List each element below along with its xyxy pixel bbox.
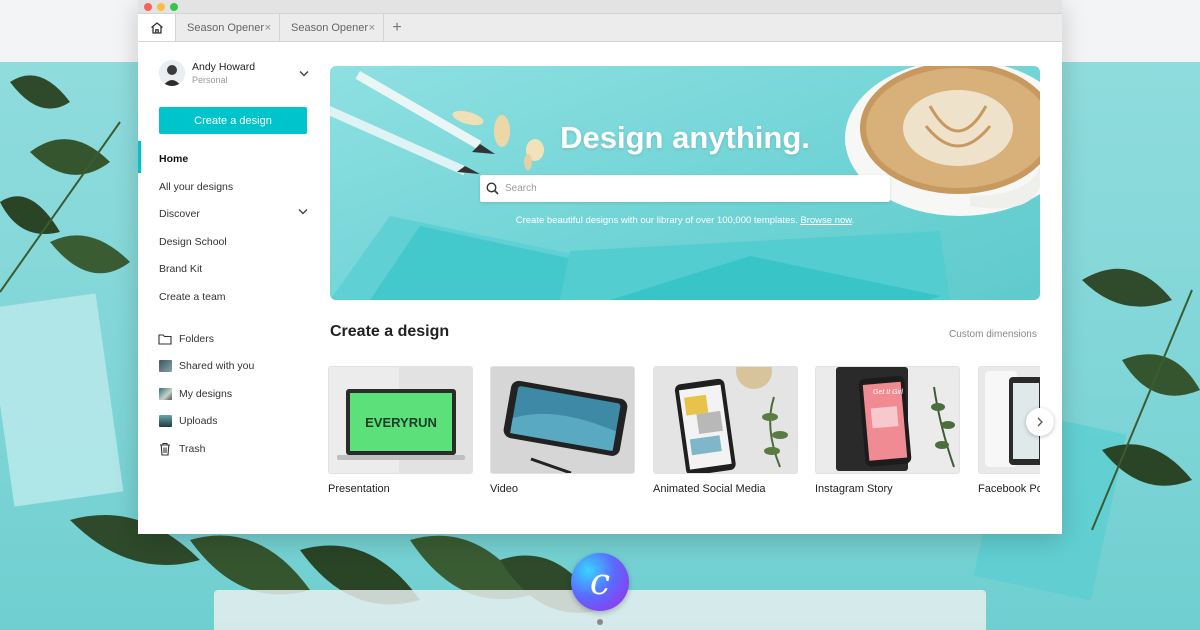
chevron-right-icon	[1037, 417, 1043, 427]
trash-icon	[158, 442, 172, 456]
avatar	[159, 60, 185, 86]
sidebar-item-discover[interactable]: Discover	[159, 208, 200, 220]
hero-search-box[interactable]	[480, 175, 890, 202]
tab-season-opener-2[interactable]: Season Opener ×	[280, 14, 384, 41]
create-a-design-button[interactable]: Create a design	[159, 107, 307, 134]
design-card-presentation[interactable]: EVERYRUN Presentation	[328, 366, 473, 495]
design-card-instagram-story[interactable]: Get It Girl Instagram Story	[815, 366, 960, 495]
create-design-heading: Create a design	[330, 323, 450, 340]
presentation-thumbnail: EVERYRUN	[328, 366, 473, 474]
sidebar-item-label: My designs	[179, 388, 233, 400]
designs-thumbnail-icon	[158, 387, 172, 401]
user-plan: Personal	[192, 75, 228, 85]
design-card-label: Animated Social Media	[653, 483, 766, 495]
design-card-label: Instagram Story	[815, 483, 893, 495]
hero-banner: Design anything. Create beautiful design…	[330, 66, 1040, 300]
sidebar-item-uploads[interactable]: Uploads	[158, 414, 218, 428]
user-name: Andy Howard	[192, 61, 256, 73]
minimize-window-button[interactable]	[157, 3, 165, 11]
design-card-animated-social-media[interactable]: Animated Social Media	[653, 366, 798, 495]
hero-subtitle: Create beautiful designs with our librar…	[330, 215, 1040, 226]
canva-logo: c	[571, 553, 629, 611]
uploads-thumbnail-icon	[158, 414, 172, 428]
chevron-down-icon[interactable]	[298, 208, 308, 215]
carousel-next-button[interactable]	[1026, 408, 1054, 436]
sidebar-item-label: Folders	[179, 333, 215, 345]
instagram-thumb-text: Get It Girl	[873, 389, 903, 396]
search-input[interactable]	[505, 183, 865, 194]
home-icon	[150, 21, 163, 34]
design-card-label: Video	[490, 483, 518, 495]
hero-subtitle-end: .	[851, 215, 855, 226]
tab-close-icon[interactable]: ×	[265, 22, 271, 34]
sidebar-item-create-a-team[interactable]: Create a team	[159, 291, 226, 303]
tab-label: Season Opener	[187, 21, 265, 34]
tab-close-icon[interactable]: ×	[369, 22, 375, 34]
app-window: Season Opener × Season Opener × + Andy H…	[138, 0, 1062, 534]
sidebar-item-label: Shared with you	[179, 360, 255, 372]
background-leaves-right	[1082, 268, 1200, 531]
tab-season-opener-1[interactable]: Season Opener ×	[176, 14, 280, 41]
sidebar-item-design-school[interactable]: Design School	[159, 236, 227, 248]
tab-bar: Season Opener × Season Opener × +	[138, 14, 1062, 42]
sidebar-item-my-designs[interactable]: My designs	[158, 387, 232, 401]
active-nav-indicator	[138, 141, 141, 173]
sidebar-item-brand-kit[interactable]: Brand Kit	[159, 263, 202, 275]
hero-title: Design anything.	[560, 120, 810, 155]
chevron-down-icon[interactable]	[299, 70, 309, 77]
folder-icon	[158, 332, 172, 346]
shared-thumbnail-icon	[158, 359, 172, 373]
sidebar-item-home[interactable]: Home	[159, 153, 188, 165]
design-card-label: Facebook Po	[978, 483, 1040, 495]
sidebar-item-folders[interactable]: Folders	[158, 332, 214, 346]
background-leaves-left	[0, 75, 130, 293]
home-tab[interactable]	[138, 14, 176, 41]
animated-social-media-thumbnail	[653, 366, 798, 474]
sidebar-item-trash[interactable]: Trash	[158, 442, 205, 456]
design-type-carousel: EVERYRUN Presentation Video Animated Soc…	[328, 366, 1040, 498]
user-avatar-icon	[159, 60, 185, 86]
sidebar: Andy Howard Personal Create a design Hom…	[138, 43, 328, 534]
account-switcher[interactable]: Andy Howard Personal	[159, 60, 309, 86]
design-card-label: Presentation	[328, 483, 390, 495]
custom-dimensions-link[interactable]: Custom dimensions	[949, 329, 1037, 340]
sidebar-item-shared-with-you[interactable]: Shared with you	[158, 359, 254, 373]
sidebar-item-all-your-designs[interactable]: All your designs	[159, 181, 233, 193]
tab-label: Season Opener	[291, 21, 369, 34]
zoom-window-button[interactable]	[170, 3, 178, 11]
page-indicator-dot	[597, 619, 603, 625]
sidebar-item-label: Trash	[179, 443, 206, 455]
design-card-video[interactable]: Video	[490, 366, 635, 495]
instagram-story-thumbnail: Get It Girl	[815, 366, 960, 474]
video-thumbnail	[490, 366, 635, 474]
presentation-thumb-text: EVERYRUN	[365, 415, 437, 430]
window-titlebar	[138, 0, 1062, 14]
browse-now-link[interactable]: Browse now	[800, 215, 851, 226]
close-window-button[interactable]	[144, 3, 152, 11]
search-icon	[486, 182, 499, 195]
hero-subtitle-text: Create beautiful designs with our librar…	[515, 215, 798, 226]
sidebar-item-label: Uploads	[179, 415, 218, 427]
new-tab-button[interactable]: +	[384, 14, 410, 41]
